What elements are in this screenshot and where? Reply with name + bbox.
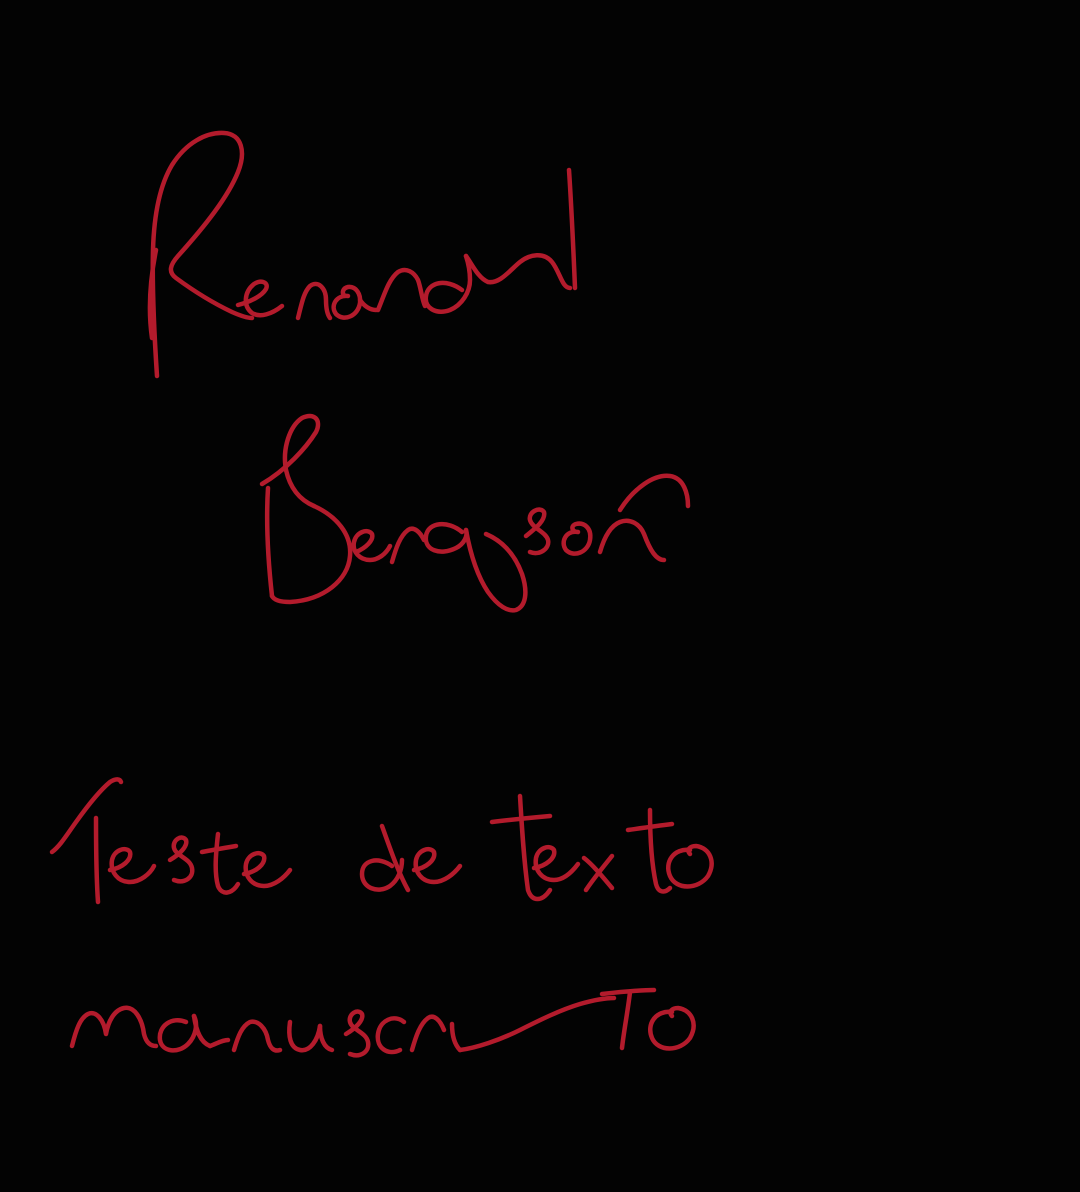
drawing-canvas: Renard Bergson Teste de texto manuscrito [0,0,1080,1192]
handwritten-word-manuscrito [69,987,696,1058]
handwritten-line-teste-de-texto [49,777,714,905]
handwritten-word-bergson [259,413,691,613]
handwritten-word-renard [147,130,578,379]
ink-strokes [49,130,714,1058]
handwriting-strokes [49,130,714,1058]
